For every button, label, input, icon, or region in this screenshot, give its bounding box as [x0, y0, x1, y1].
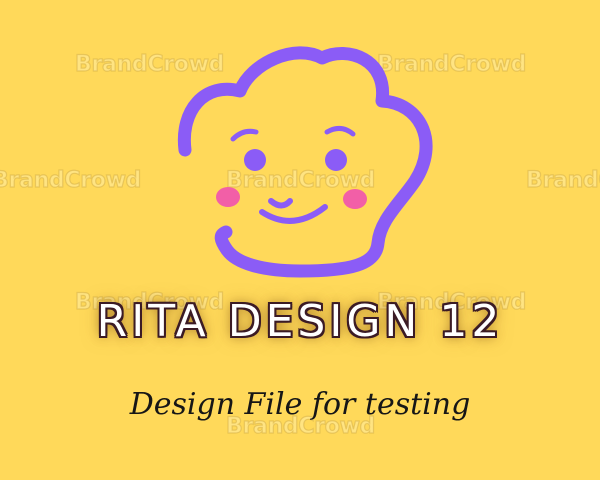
watermark-text: BrandCrowd	[0, 167, 142, 193]
smiling-cloud-face-icon	[177, 46, 433, 278]
watermark-text: BrandCrowd	[525, 167, 600, 193]
brand-title: RITA DESIGN 12	[96, 296, 504, 347]
cloud-outline	[177, 46, 433, 278]
left-eyebrow	[230, 128, 259, 142]
brand-tagline: Design File for testing	[129, 387, 471, 422]
smile	[259, 198, 328, 224]
right-cheek	[343, 189, 367, 209]
right-eye	[325, 149, 347, 171]
logo-canvas: BrandCrowd BrandCrowd BrandCrowd BrandCr…	[0, 0, 600, 480]
left-cheek	[216, 187, 240, 207]
right-eyebrow	[324, 126, 356, 137]
left-eye	[244, 149, 266, 171]
